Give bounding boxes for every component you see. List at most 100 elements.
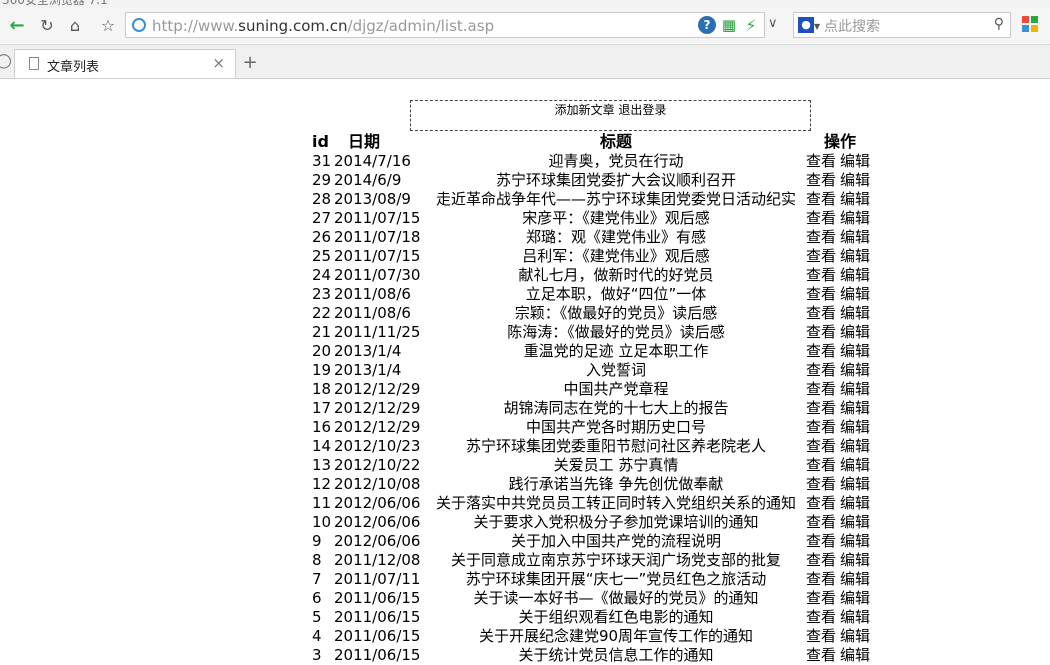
edit-link[interactable]: 编辑 <box>840 304 870 322</box>
view-link[interactable]: 查看 <box>806 190 836 208</box>
tab-scroll-icon[interactable]: ◯ <box>0 53 12 69</box>
edit-link[interactable]: 编辑 <box>840 608 870 626</box>
address-bar[interactable]: http://www.suning.com.cn/djgz/admin/list… <box>125 12 765 38</box>
close-icon[interactable]: × <box>212 54 225 72</box>
article-date: 2012/06/06 <box>334 494 421 512</box>
article-id: 19 <box>312 361 332 379</box>
help-icon[interactable]: ? <box>698 16 716 34</box>
view-link[interactable]: 查看 <box>806 399 836 417</box>
article-id: 21 <box>312 323 332 341</box>
home-icon[interactable]: ⌂ <box>62 12 88 38</box>
article-date: 2011/08/6 <box>334 285 411 303</box>
lightning-icon[interactable]: ⚡ <box>742 16 760 35</box>
table-row: 7 2011/07/11 苏宁环球集团开展“庆七一”党员红色之旅活动 查看 编辑 <box>312 570 874 589</box>
search-placeholder[interactable]: 点此搜索 <box>824 16 880 36</box>
article-id: 4 <box>312 627 322 645</box>
reload-icon[interactable]: ↻ <box>34 12 60 38</box>
table-row: 25 2011/07/15 吕利军：《建党伟业》观后感 查看 编辑 <box>312 247 874 266</box>
table-row: 6 2011/06/15 关于读一本好书—《做最好的党员》的通知 查看 编辑 <box>312 589 874 608</box>
view-link[interactable]: 查看 <box>806 437 836 455</box>
view-link[interactable]: 查看 <box>806 380 836 398</box>
view-link[interactable]: 查看 <box>806 570 836 588</box>
view-link[interactable]: 查看 <box>806 323 836 341</box>
logout-link[interactable]: 退出登录 <box>618 103 666 117</box>
edit-link[interactable]: 编辑 <box>840 266 870 284</box>
article-date: 2011/06/15 <box>334 627 421 645</box>
search-icon[interactable]: ⚲ <box>994 16 1004 32</box>
back-arrow-icon[interactable]: ← <box>4 12 30 38</box>
edit-link[interactable]: 编辑 <box>840 589 870 607</box>
search-engine-icon[interactable]: ● <box>798 17 814 33</box>
add-article-link[interactable]: 添加新文章 <box>555 103 615 117</box>
edit-link[interactable]: 编辑 <box>840 627 870 645</box>
edit-link[interactable]: 编辑 <box>840 190 870 208</box>
edit-link[interactable]: 编辑 <box>840 570 870 588</box>
view-link[interactable]: 查看 <box>806 361 836 379</box>
edit-link[interactable]: 编辑 <box>840 285 870 303</box>
view-link[interactable]: 查看 <box>806 494 836 512</box>
bookmark-star-icon[interactable]: ☆ <box>95 12 121 38</box>
edit-link[interactable]: 编辑 <box>840 247 870 265</box>
chevron-down-icon[interactable]: ∨ <box>768 16 778 31</box>
view-link[interactable]: 查看 <box>806 171 836 189</box>
edit-link[interactable]: 编辑 <box>840 342 870 360</box>
edit-link[interactable]: 编辑 <box>840 380 870 398</box>
table-row: 16 2012/12/29 中国共产党各时期历史口号 查看 编辑 <box>312 418 874 437</box>
view-link[interactable]: 查看 <box>806 532 836 550</box>
navigation-bar: ← ↻ ⌂ ☆ http://www.suning.com.cn/djgz/ad… <box>0 8 1050 45</box>
view-link[interactable]: 查看 <box>806 266 836 284</box>
view-link[interactable]: 查看 <box>806 589 836 607</box>
edit-link[interactable]: 编辑 <box>840 152 870 170</box>
row-actions: 查看 编辑 <box>806 646 874 665</box>
edit-link[interactable]: 编辑 <box>840 323 870 341</box>
edit-link[interactable]: 编辑 <box>840 437 870 455</box>
view-link[interactable]: 查看 <box>806 513 836 531</box>
view-link[interactable]: 查看 <box>806 152 836 170</box>
table-row: 5 2011/06/15 关于组织观看红色电影的通知 查看 编辑 <box>312 608 874 627</box>
edit-link[interactable]: 编辑 <box>840 418 870 436</box>
edit-link[interactable]: 编辑 <box>840 399 870 417</box>
edit-link[interactable]: 编辑 <box>840 551 870 569</box>
edit-link[interactable]: 编辑 <box>840 532 870 550</box>
view-link[interactable]: 查看 <box>806 456 836 474</box>
tab-article-list[interactable]: 文章列表 × <box>14 49 236 78</box>
edit-link[interactable]: 编辑 <box>840 209 870 227</box>
article-id: 26 <box>312 228 332 246</box>
extensions-icon[interactable] <box>1022 16 1040 34</box>
article-id: 20 <box>312 342 332 360</box>
edit-link[interactable]: 编辑 <box>840 513 870 531</box>
row-actions: 查看 编辑 <box>806 152 874 171</box>
edit-link[interactable]: 编辑 <box>840 494 870 512</box>
article-id: 13 <box>312 456 332 474</box>
article-id: 9 <box>312 532 322 550</box>
view-link[interactable]: 查看 <box>806 247 836 265</box>
header-id: id <box>312 132 329 151</box>
view-link[interactable]: 查看 <box>806 209 836 227</box>
edit-link[interactable]: 编辑 <box>840 456 870 474</box>
view-link[interactable]: 查看 <box>806 228 836 246</box>
view-link[interactable]: 查看 <box>806 646 836 664</box>
article-date: 2012/12/29 <box>334 418 421 436</box>
table-row: 4 2011/06/15 关于开展纪念建党90周年宣传工作的通知 查看 编辑 <box>312 627 874 646</box>
url-text[interactable]: http://www.suning.com.cn/djgz/admin/list… <box>152 17 494 35</box>
article-id: 16 <box>312 418 332 436</box>
edit-link[interactable]: 编辑 <box>840 361 870 379</box>
caret-down-icon[interactable]: ▼ <box>814 22 820 31</box>
view-link[interactable]: 查看 <box>806 285 836 303</box>
view-link[interactable]: 查看 <box>806 304 836 322</box>
view-link[interactable]: 查看 <box>806 608 836 626</box>
edit-link[interactable]: 编辑 <box>840 475 870 493</box>
new-tab-button[interactable]: + <box>238 50 262 76</box>
view-link[interactable]: 查看 <box>806 627 836 645</box>
table-row: 13 2012/10/22 关爱员工 苏宁真情 查看 编辑 <box>312 456 874 475</box>
view-link[interactable]: 查看 <box>806 475 836 493</box>
edit-link[interactable]: 编辑 <box>840 171 870 189</box>
edit-link[interactable]: 编辑 <box>840 646 870 664</box>
view-link[interactable]: 查看 <box>806 342 836 360</box>
qr-code-icon[interactable]: ▦ <box>720 16 738 34</box>
view-link[interactable]: 查看 <box>806 418 836 436</box>
view-link[interactable]: 查看 <box>806 551 836 569</box>
search-box[interactable]: ● ▼ 点此搜索 ⚲ <box>793 12 1011 38</box>
row-actions: 查看 编辑 <box>806 266 874 285</box>
edit-link[interactable]: 编辑 <box>840 228 870 246</box>
